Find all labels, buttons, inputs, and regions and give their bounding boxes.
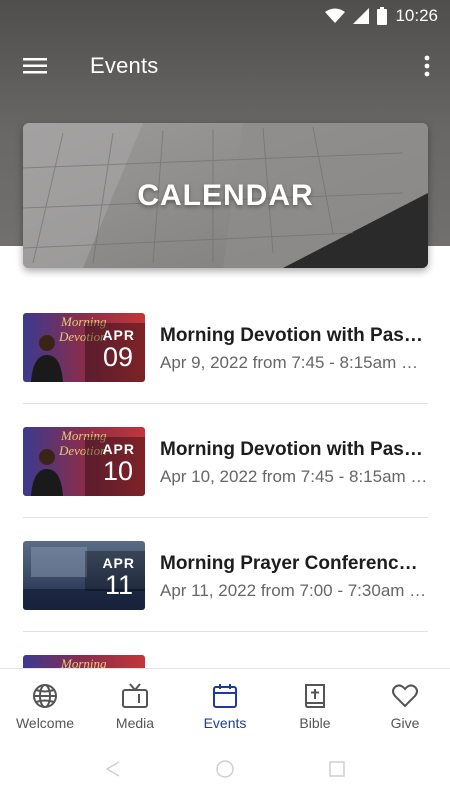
battery-icon <box>377 7 388 25</box>
nav-label: Give <box>390 715 420 731</box>
system-navigation-bar <box>0 740 450 800</box>
event-subtitle: Apr 10, 2022 from 7:45 - 8:15am … <box>160 467 428 486</box>
event-month: APR <box>102 441 135 457</box>
event-day: 10 <box>102 456 133 486</box>
calendar-hero-title: CALENDAR <box>137 178 314 212</box>
event-subtitle: Apr 9, 2022 from 7:45 - 8:15am … <box>160 353 418 372</box>
devotion-flyer-image: Morning <box>23 655 145 668</box>
event-title: Morning Devotion with Past… <box>160 439 428 460</box>
event-month: APR <box>102 327 135 343</box>
home-icon[interactable] <box>215 759 235 779</box>
event-day: 11 <box>104 570 133 600</box>
signal-icon <box>353 8 370 24</box>
event-thumbnail: APR 11 <box>23 541 145 610</box>
event-thumbnail: Morning <box>23 655 145 668</box>
event-day: 09 <box>102 342 133 372</box>
svg-text:Morning: Morning <box>60 656 107 668</box>
status-bar: 10:26 <box>0 0 450 32</box>
nav-label: Media <box>115 715 155 731</box>
calendar-hero-banner[interactable]: CALENDAR <box>23 123 428 268</box>
event-title: Morning Devotion with Past… <box>160 325 428 346</box>
event-title: Morning Prayer Conference … <box>160 553 428 574</box>
event-item[interactable]: Morning Devotion APR 09 Morning Devotion… <box>23 290 428 404</box>
nav-media[interactable]: Media <box>90 669 180 740</box>
more-vertical-icon <box>424 55 430 77</box>
nav-give[interactable]: Give <box>360 669 450 740</box>
event-thumbnail: Morning Devotion APR 09 <box>23 313 145 382</box>
nav-bible[interactable]: Bible <box>270 669 360 740</box>
event-item[interactable]: APR 11 Morning Prayer Conference … Apr 1… <box>23 518 428 632</box>
globe-icon <box>33 684 57 708</box>
more-options-button[interactable] <box>420 52 434 80</box>
event-item[interactable]: Morning <box>23 632 428 668</box>
nav-label: Events <box>203 715 247 731</box>
event-subtitle: Apr 11, 2022 from 7:00 - 7:30am … <box>160 581 427 600</box>
nav-label: Welcome <box>15 715 75 731</box>
hamburger-menu-icon <box>23 58 47 74</box>
app-bar: Events <box>0 40 450 92</box>
page-title: Events <box>90 53 159 78</box>
event-thumbnail: Morning Devotion APR 10 <box>23 427 145 496</box>
event-month: APR <box>102 555 135 571</box>
nav-events[interactable]: Events <box>180 669 270 740</box>
bible-icon <box>305 684 325 708</box>
recents-icon[interactable] <box>328 760 346 778</box>
back-icon[interactable] <box>104 760 122 778</box>
event-list: Morning Devotion APR 09 Morning Devotion… <box>0 290 450 668</box>
nav-label: Bible <box>299 715 331 731</box>
nav-welcome[interactable]: Welcome <box>0 669 90 740</box>
wifi-icon <box>325 8 346 23</box>
calendar-icon <box>213 684 237 708</box>
menu-button[interactable] <box>22 53 48 79</box>
heart-icon <box>392 684 418 708</box>
bottom-navigation: Welcome Media Events Bible Give <box>0 668 450 740</box>
event-item[interactable]: Morning Devotion APR 10 Morning Devotion… <box>23 404 428 518</box>
status-time: 10:26 <box>395 6 438 25</box>
tv-icon <box>122 683 148 708</box>
